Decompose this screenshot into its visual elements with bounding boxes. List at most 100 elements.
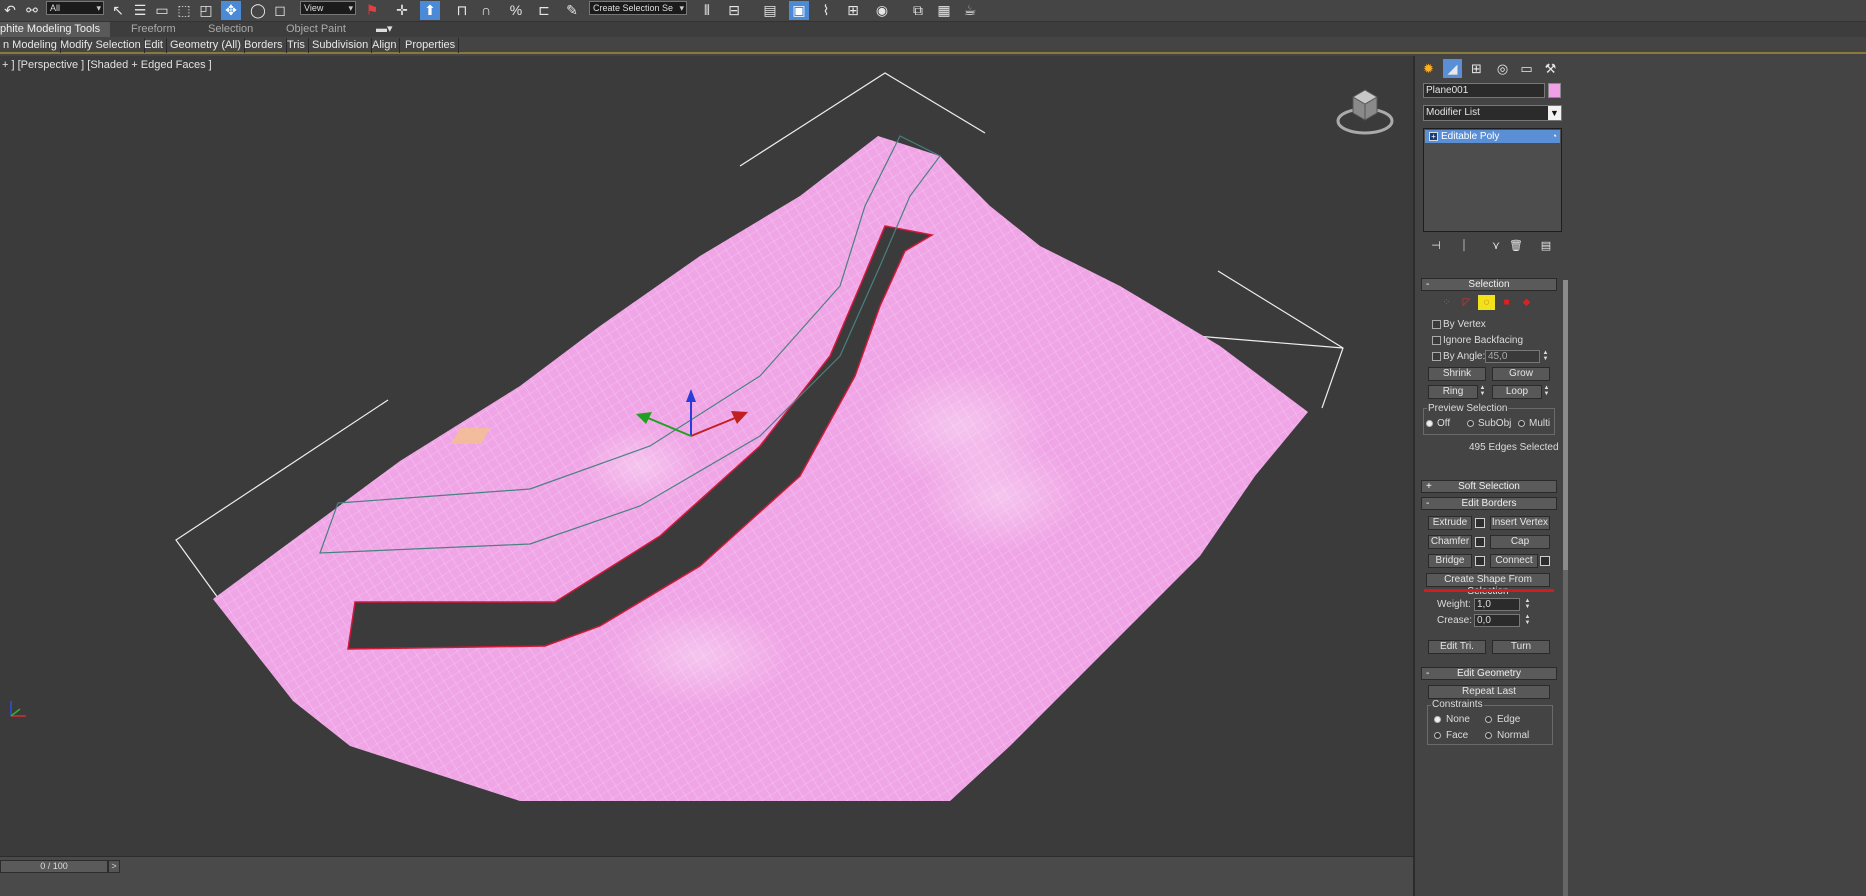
- render-frame-icon[interactable]: ▦: [934, 1, 954, 20]
- chamfer-settings-icon[interactable]: [1475, 537, 1485, 547]
- polygon-mode-icon[interactable]: ■: [1498, 295, 1515, 310]
- select-object-icon[interactable]: ↖: [108, 1, 128, 20]
- next-frame-button[interactable]: >: [108, 860, 120, 873]
- create-icon[interactable]: ✹: [1419, 59, 1438, 78]
- ring-button[interactable]: Ring: [1428, 385, 1478, 399]
- grow-button[interactable]: Grow: [1492, 367, 1550, 381]
- soft-selection-rollout-header[interactable]: + Soft Selection: [1421, 480, 1557, 493]
- bridge-settings-icon[interactable]: [1475, 556, 1485, 566]
- render-production-icon[interactable]: ☕: [960, 1, 980, 20]
- panel-polygon-modeling[interactable]: n Modeling: [0, 38, 61, 53]
- object-name-field[interactable]: Plane001: [1423, 83, 1545, 98]
- cap-button[interactable]: Cap: [1490, 535, 1550, 549]
- curve-editor-icon[interactable]: ⌇: [816, 1, 836, 20]
- by-angle-field[interactable]: 45,0: [1485, 350, 1540, 363]
- ribbon-options-icon[interactable]: ▬▾: [376, 22, 393, 37]
- unlink-icon[interactable]: ⚯: [22, 1, 42, 20]
- region-select-icon[interactable]: ▭: [152, 1, 172, 20]
- remove-modifier-icon[interactable]: 🗑: [1507, 238, 1525, 254]
- configure-modifier-sets-icon[interactable]: ▤: [1537, 238, 1555, 254]
- shrink-button[interactable]: Shrink: [1428, 367, 1486, 381]
- modify-icon[interactable]: ◢: [1443, 59, 1462, 78]
- time-slider[interactable]: 0 / 100: [0, 860, 108, 873]
- stack-item-editable-poly[interactable]: + Editable Poly ◔: [1425, 130, 1560, 143]
- angle-snap-icon[interactable]: ∩: [476, 1, 496, 20]
- manipulate-icon[interactable]: ✛: [392, 1, 412, 20]
- preview-subobj-radio[interactable]: [1467, 420, 1474, 427]
- turn-button[interactable]: Turn: [1492, 640, 1550, 654]
- selection-filter-dropdown[interactable]: All: [46, 1, 104, 15]
- bridge-button[interactable]: Bridge: [1428, 554, 1472, 568]
- schematic-view-icon[interactable]: ⊞: [843, 1, 863, 20]
- edit-named-selection-icon[interactable]: ✎: [562, 1, 582, 20]
- border-mode-icon[interactable]: ◌: [1478, 295, 1495, 310]
- panel-tris[interactable]: Tris: [284, 38, 309, 53]
- perspective-viewport[interactable]: + ] [Perspective ] [Shaded + Edged Faces…: [0, 56, 1413, 856]
- constraint-edge-radio[interactable]: [1485, 716, 1492, 723]
- undo-icon[interactable]: ↶: [0, 1, 20, 20]
- mirror-icon[interactable]: ⫴: [697, 1, 717, 20]
- panel-borders[interactable]: Borders: [241, 38, 287, 53]
- panel-edit[interactable]: Edit: [141, 38, 167, 53]
- vertex-mode-icon[interactable]: ⁘: [1438, 295, 1455, 310]
- create-shape-from-selection-button[interactable]: Create Shape From Selection: [1426, 573, 1550, 597]
- tab-freeform[interactable]: Freeform: [131, 22, 176, 37]
- element-mode-icon[interactable]: ◆: [1518, 295, 1535, 310]
- scrollbar-thumb[interactable]: [1563, 280, 1568, 570]
- by-angle-checkbox[interactable]: [1432, 352, 1441, 361]
- window-crossing-icon[interactable]: ⬚: [174, 1, 194, 20]
- show-end-result-icon[interactable]: ⏐: [1455, 238, 1473, 254]
- edit-tri-button[interactable]: Edit Tri.: [1428, 640, 1486, 654]
- chamfer-button[interactable]: Chamfer: [1428, 535, 1472, 549]
- preview-off-radio[interactable]: [1426, 420, 1433, 427]
- rollout-scrollbar[interactable]: [1563, 280, 1568, 896]
- percent-snap-icon[interactable]: %: [506, 1, 526, 20]
- loop-button[interactable]: Loop: [1492, 385, 1542, 399]
- named-selection-dropdown[interactable]: Create Selection Se: [589, 1, 687, 15]
- pivot-icon[interactable]: ⚑: [362, 1, 382, 20]
- weight-field[interactable]: 1,0: [1474, 598, 1520, 611]
- select-move-icon[interactable]: ✥: [221, 1, 241, 20]
- preview-multi-radio[interactable]: [1518, 420, 1525, 427]
- ring-spinner-icon[interactable]: ▲ ▼: [1478, 385, 1487, 398]
- angle-spinner-icon[interactable]: ▲ ▼: [1541, 350, 1550, 363]
- spinner-snap-icon[interactable]: ⊏: [534, 1, 554, 20]
- constraint-normal-radio[interactable]: [1485, 732, 1492, 739]
- insert-vertex-button[interactable]: Insert Vertex: [1490, 516, 1550, 530]
- select-scale-icon[interactable]: ◻: [270, 1, 290, 20]
- constraint-face-radio[interactable]: [1434, 732, 1441, 739]
- ignore-backfacing-checkbox[interactable]: [1432, 336, 1441, 345]
- constraint-none-radio[interactable]: [1434, 716, 1441, 723]
- panel-properties[interactable]: Properties: [402, 38, 460, 53]
- utilities-icon[interactable]: ⚒: [1541, 59, 1560, 78]
- by-vertex-checkbox[interactable]: [1432, 320, 1441, 329]
- lightbulb-icon[interactable]: ◔: [1552, 130, 1557, 143]
- chevron-down-icon[interactable]: ▼: [1548, 106, 1561, 120]
- modifier-list-dropdown[interactable]: Modifier List ▼: [1423, 105, 1562, 121]
- extrude-button[interactable]: Extrude: [1428, 516, 1472, 530]
- tab-selection[interactable]: Selection: [208, 22, 253, 37]
- make-unique-icon[interactable]: ⋎: [1487, 238, 1505, 254]
- scene-canvas[interactable]: [0, 56, 1413, 856]
- object-color-swatch[interactable]: [1548, 83, 1561, 98]
- crossing-icon[interactable]: ◰: [196, 1, 216, 20]
- extrude-settings-icon[interactable]: [1475, 518, 1485, 528]
- edit-geometry-rollout-header[interactable]: - Edit Geometry: [1421, 667, 1557, 680]
- snap-3d-icon[interactable]: ⊓: [452, 1, 472, 20]
- select-rotate-icon[interactable]: ◯: [248, 1, 268, 20]
- panel-modify-selection[interactable]: Modify Selection: [57, 38, 145, 53]
- tab-object-paint[interactable]: Object Paint: [286, 22, 346, 37]
- panel-align[interactable]: Align: [369, 38, 401, 53]
- viewcube-icon[interactable]: [1336, 81, 1394, 139]
- layer-manager-icon[interactable]: ▤: [760, 1, 780, 20]
- panel-geometry-all[interactable]: Geometry (All): [167, 38, 245, 53]
- connect-settings-icon[interactable]: [1540, 556, 1550, 566]
- loop-spinner-icon[interactable]: ▲ ▼: [1542, 385, 1551, 398]
- keyboard-shortcut-icon[interactable]: ⬆: [420, 1, 440, 20]
- motion-icon[interactable]: ◎: [1493, 59, 1512, 78]
- weight-spinner-icon[interactable]: ▲ ▼: [1523, 598, 1532, 611]
- crease-spinner-icon[interactable]: ▲ ▼: [1523, 614, 1532, 627]
- select-by-name-icon[interactable]: ☰: [130, 1, 150, 20]
- reference-coord-dropdown[interactable]: View: [300, 1, 356, 15]
- hierarchy-icon[interactable]: ⊞: [1467, 59, 1486, 78]
